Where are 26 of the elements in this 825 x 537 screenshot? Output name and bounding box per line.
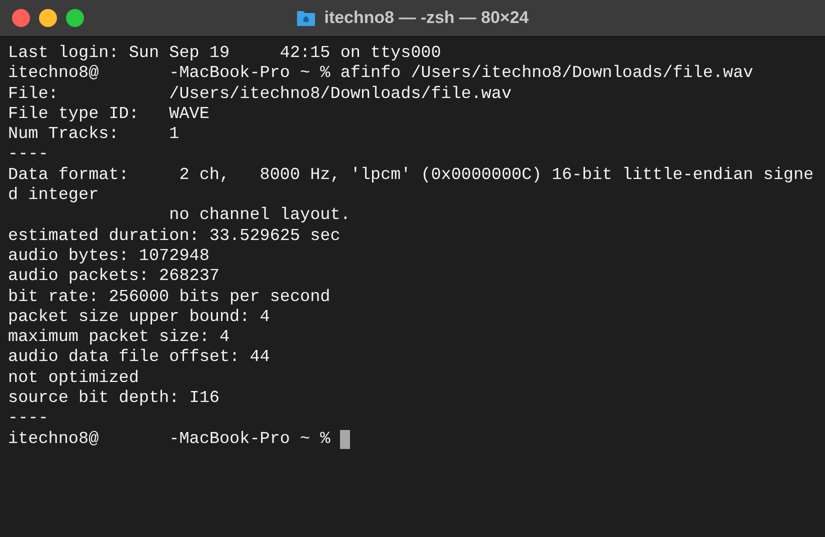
terminal-line: maximum packet size: 4 <box>8 328 231 348</box>
terminal-line: audio packets: 268237 <box>8 267 220 288</box>
terminal-line: not optimized <box>8 368 140 390</box>
terminal-line: File: /Users/itechno8/Downloads/file.wav <box>8 84 513 105</box>
terminal-line: File type ID: WAVE <box>8 104 210 126</box>
terminal-line: Num Tracks: 1 <box>8 125 180 146</box>
zoom-button[interactable] <box>66 9 84 27</box>
terminal-line: ---- <box>8 409 50 430</box>
terminal-line: bit rate: 256000 bits per second <box>8 288 332 308</box>
folder-icon <box>296 10 316 26</box>
terminal-prompt: itechno8@ -MacBook-Pro ~ % <box>8 430 330 450</box>
terminal-line: packet size upper bound: 4 <box>8 308 271 328</box>
terminal-line: audio bytes: 1072948 <box>8 246 210 268</box>
terminal-line: no channel layout. <box>168 206 352 227</box>
terminal-line: Data format: 2 ch, 8000 Hz, 'lpcm' (0x0000000C) 16-bit little-endian signe <box>8 166 815 186</box>
terminal-line: ---- <box>8 145 50 166</box>
terminal-line: itechno8@ -MacBook-Pro ~ % afinfo /Users/itechno8/Downloads/file.wav <box>8 64 754 85</box>
close-button[interactable] <box>12 9 30 27</box>
terminal-line: source bit depth: I16 <box>8 389 220 410</box>
text-cursor <box>340 430 350 450</box>
window-title: itechno8 — -zsh — 80×24 <box>324 8 529 28</box>
terminal-line: d integer <box>8 186 100 206</box>
terminal-line: Last login: Sun Sep 19 42:15 on ttys000 <box>8 44 442 64</box>
minimize-button[interactable] <box>39 9 57 27</box>
terminal-line: audio data file offset: 44 <box>8 348 271 369</box>
terminal-line: estimated duration: 33.529625 sec <box>8 226 342 247</box>
